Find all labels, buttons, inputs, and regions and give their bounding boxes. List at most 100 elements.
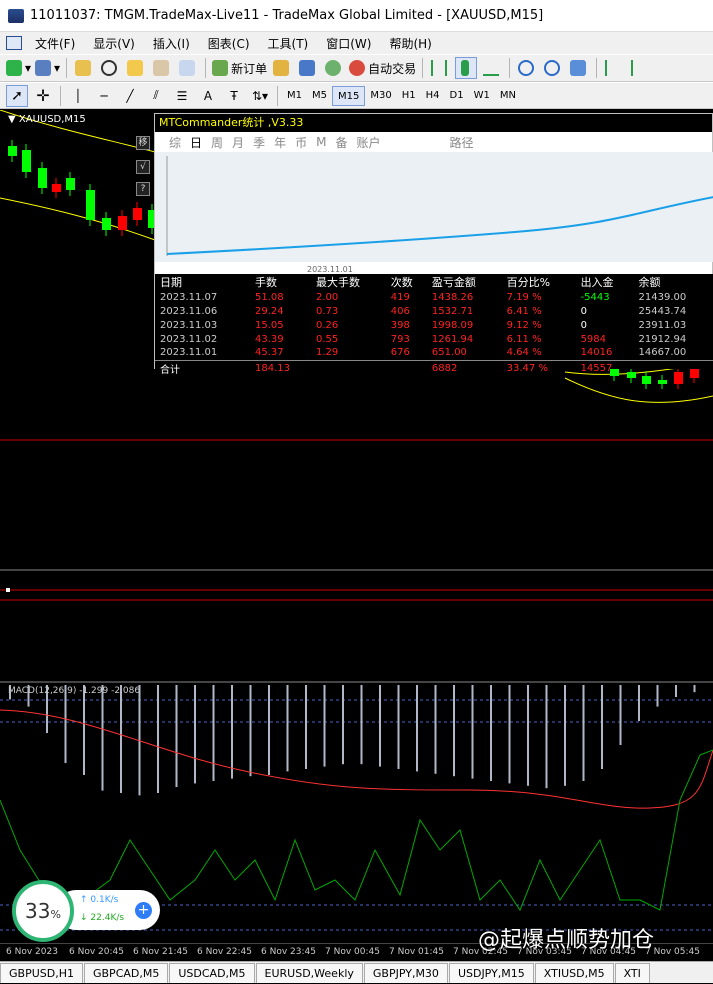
menu-charts[interactable]: 图表(C) (199, 35, 259, 52)
chart-tab[interactable]: GBPUSD,H1 (0, 963, 83, 983)
experts-button[interactable] (297, 57, 319, 79)
tab-day[interactable]: 日 (190, 134, 202, 151)
trendline-button[interactable]: ╱ (119, 85, 141, 107)
timeframe-m30[interactable]: M30 (365, 86, 396, 106)
candle-chart-button[interactable] (455, 57, 478, 79)
chart-shift-button[interactable] (629, 57, 651, 79)
metaeditor-button[interactable] (271, 57, 293, 79)
trendline-icon: ╱ (126, 88, 134, 103)
tab-year[interactable]: 年 (274, 134, 286, 151)
chart-tab[interactable]: EURUSD,Weekly (255, 963, 363, 983)
tile-windows-button[interactable] (568, 57, 590, 79)
timeframe-w1[interactable]: W1 (469, 86, 495, 106)
toolbar-separator (277, 85, 278, 106)
chart-tab[interactable]: XTI (614, 963, 650, 983)
mdi-child-icon[interactable] (6, 36, 22, 50)
menu-file[interactable]: 文件(F) (26, 35, 84, 52)
horizontal-line-button[interactable]: ─ (93, 85, 115, 107)
move-button[interactable]: 移 (136, 136, 150, 150)
arrows-button[interactable]: ⇅▾ (249, 85, 271, 107)
tab-currency[interactable]: 币 (295, 134, 307, 151)
row-pct: 4.64 % (506, 347, 542, 359)
menu-view[interactable]: 显示(V) (84, 35, 144, 52)
chart-tab[interactable]: XTIUSD,M5 (534, 963, 614, 983)
strategy-tester-button[interactable] (177, 57, 199, 79)
bar-chart-button[interactable] (429, 57, 451, 79)
candle-body (38, 168, 47, 188)
fibonacci-button[interactable]: ☰ (171, 85, 193, 107)
star-icon (126, 60, 143, 76)
standard-toolbar: ▾ ▾ 新订单 自动交易 (0, 54, 713, 82)
tab-m[interactable]: M (316, 135, 326, 149)
help-button[interactable]: ? (136, 182, 150, 196)
vertical-line-button[interactable]: │ (67, 85, 89, 107)
crosshair-button[interactable]: ✛ (32, 85, 54, 107)
row-flow: 0 (580, 319, 587, 331)
profiles-button[interactable]: ▾ (35, 57, 60, 79)
cursor-button[interactable]: ➚ (6, 84, 28, 107)
chart-tab[interactable]: USDCAD,M5 (169, 963, 255, 983)
time-label: 6 Nov 20:45 (69, 947, 124, 957)
add-icon[interactable]: + (135, 902, 152, 919)
channel-icon: ⫽ (153, 88, 159, 102)
macd-signal-line (0, 709, 713, 809)
row-balance: 14667.00 (638, 347, 687, 359)
text-label-button[interactable]: Ŧ (223, 85, 245, 107)
table-row: 2023.11.06 29.24 0.73 406 1532.71 6.41 %… (155, 304, 713, 318)
tab-month[interactable]: 月 (232, 134, 244, 151)
total-empty (311, 359, 386, 376)
row-date: 2023.11.03 (160, 319, 218, 331)
zoom-out-button[interactable] (542, 57, 564, 79)
market-watch-button[interactable] (73, 57, 95, 79)
chart-tab[interactable]: USDJPY,M15 (448, 963, 534, 983)
new-order-icon (212, 60, 229, 76)
chart-tab[interactable]: GBPJPY,M30 (363, 963, 448, 983)
autoscroll-button[interactable] (603, 57, 625, 79)
data-window-button[interactable] (99, 57, 121, 79)
timeframe-d1[interactable]: D1 (445, 86, 469, 106)
candle-body (52, 184, 61, 192)
equidistant-channel-button[interactable]: ⫽ (145, 85, 167, 107)
tab-account[interactable]: 账户 (356, 134, 380, 151)
menu-insert[interactable]: 插入(I) (144, 35, 199, 52)
network-speed-widget[interactable]: ↑ 0.1K/s ↓ 22.4K/s 33% + (12, 880, 160, 942)
lower-band-line (564, 377, 713, 403)
download-value: 22.4K/s (90, 913, 125, 923)
zoom-in-button[interactable] (516, 57, 538, 79)
timeframe-h1[interactable]: H1 (397, 86, 421, 106)
signals-button[interactable] (323, 57, 345, 79)
mtcommander-panel[interactable]: MTCommander统计 ,V3.33 综 日 周 月 季 年 币 M 备 账… (154, 113, 713, 376)
menu-help[interactable]: 帮助(H) (380, 35, 440, 52)
table-row: 2023.11.01 45.37 1.29 676 651.00 4.64 % … (155, 346, 713, 360)
navigator-button[interactable] (125, 57, 147, 79)
tab-backup[interactable]: 备 (335, 134, 347, 151)
memory-gauge[interactable]: 33% (12, 880, 74, 942)
text-tool-button[interactable]: A (197, 85, 219, 107)
timeframe-mn[interactable]: MN (495, 86, 521, 106)
new-chart-button[interactable]: ▾ (6, 57, 31, 79)
tab-quarter[interactable]: 季 (253, 134, 265, 151)
timeframe-h4[interactable]: H4 (421, 86, 445, 106)
row-balance: 21912.94 (638, 333, 687, 345)
row-balance: 21439.00 (638, 291, 687, 303)
tab-path[interactable]: 路径 (450, 134, 474, 151)
col-pct: 百分比% (506, 276, 551, 289)
timeframe-m5[interactable]: M5 (307, 86, 332, 106)
check-button[interactable]: √ (136, 160, 150, 174)
new-order-button[interactable]: 新订单 (212, 57, 267, 79)
toolbar-separator (205, 58, 207, 78)
menu-tools[interactable]: 工具(T) (259, 35, 318, 52)
chart-tab[interactable]: GBPCAD,M5 (83, 963, 169, 983)
tab-week[interactable]: 周 (211, 134, 223, 151)
toolbar-separator (60, 85, 61, 106)
candle-body (8, 146, 17, 156)
auto-trading-button[interactable]: 自动交易 (349, 57, 416, 79)
new-chart-icon (6, 60, 22, 76)
timeframe-m1[interactable]: M1 (282, 86, 307, 106)
row-pnl: 1532.71 (431, 305, 474, 317)
terminal-button[interactable] (151, 57, 173, 79)
menu-window[interactable]: 窗口(W) (317, 35, 380, 52)
tab-summary[interactable]: 综 (169, 134, 181, 151)
line-chart-button[interactable] (481, 57, 503, 79)
timeframe-m15[interactable]: M15 (332, 85, 366, 106)
